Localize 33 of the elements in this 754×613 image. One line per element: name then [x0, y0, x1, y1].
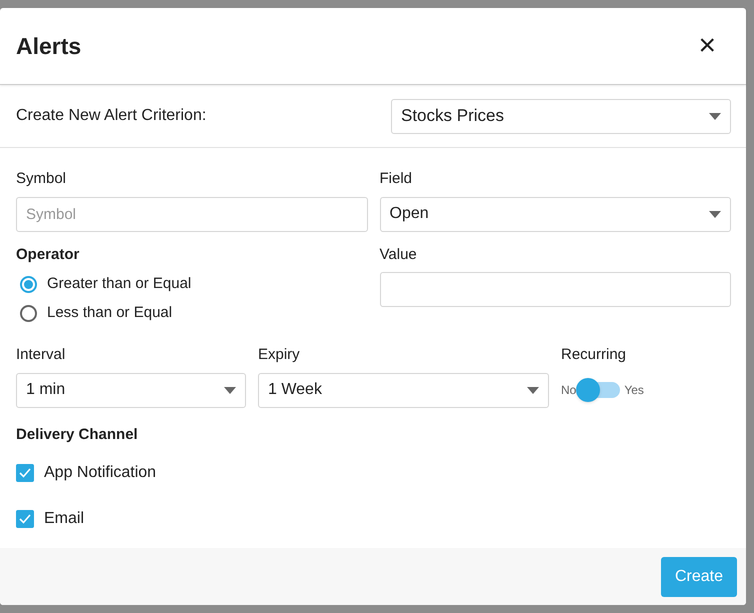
toggle-label: No	[561, 382, 576, 399]
criterion-label: Create New Alert Criterion:	[16, 106, 206, 126]
caret-icon	[224, 386, 236, 394]
checkbox-label: App Notification	[44, 463, 156, 483]
caret-icon	[709, 112, 721, 120]
close-button[interactable]: ×	[698, 31, 716, 61]
field-label: Interval	[16, 345, 66, 365]
radio-label: Less than or Equal	[47, 303, 172, 324]
symbol-input[interactable]: Symbol	[16, 196, 368, 232]
caret-icon	[709, 210, 721, 218]
checkbox[interactable]	[16, 510, 34, 528]
field-label: Expiry	[258, 345, 301, 365]
field-label: Symbol	[16, 169, 68, 189]
field-label: Recurring	[561, 345, 628, 365]
toggle-label: Yes	[624, 382, 644, 399]
dialog-title: Alerts	[16, 32, 82, 61]
check-icon	[19, 514, 31, 524]
radio-button[interactable]	[20, 276, 37, 293]
checkbox[interactable]	[16, 464, 34, 482]
field-select[interactable]: Open	[380, 196, 731, 232]
radio-button[interactable]	[20, 305, 37, 322]
field-label: Operator	[16, 244, 80, 264]
expiry-select[interactable]: 1 Week	[258, 372, 549, 408]
field-label: Field	[380, 169, 414, 189]
section-label: Delivery Channel	[16, 424, 139, 444]
criterion-select[interactable]: Stocks Prices	[391, 98, 731, 134]
interval-select[interactable]: 1 min	[16, 372, 246, 408]
checkbox-label: Email	[44, 509, 84, 529]
caret-icon	[527, 386, 539, 394]
field-label: Value	[380, 244, 418, 264]
check-icon	[19, 468, 31, 478]
radio-label: Greater than or Equal	[47, 274, 192, 294]
value-input[interactable]	[380, 272, 731, 307]
